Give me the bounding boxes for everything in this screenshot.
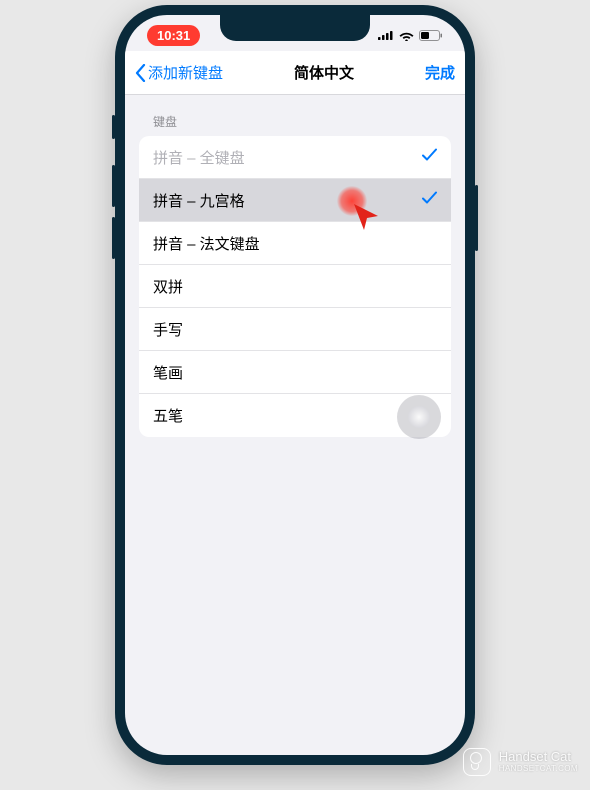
- battery-icon: [419, 30, 443, 41]
- keyboard-label: 拼音 – 法文键盘: [153, 233, 260, 254]
- keyboard-row[interactable]: 双拼: [139, 265, 451, 308]
- keyboard-row[interactable]: 拼音 – 法文键盘: [139, 222, 451, 265]
- wifi-icon: [399, 30, 414, 41]
- cursor-icon: [352, 202, 382, 236]
- keyboard-row[interactable]: 手写: [139, 308, 451, 351]
- content: 键盘 拼音 – 全键盘拼音 – 九宫格拼音 – 法文键盘双拼手写笔画五笔: [125, 95, 465, 437]
- back-button[interactable]: 添加新键盘: [135, 62, 223, 83]
- keyboard-row[interactable]: 拼音 – 九宫格: [139, 179, 451, 222]
- keyboard-label: 手写: [153, 319, 183, 340]
- watermark-icon: [463, 748, 491, 776]
- checkmark-icon: [422, 148, 437, 166]
- phone-frame: 10:31 添加新键盘 简体中文 完成 键盘: [115, 5, 475, 765]
- volume-up-button[interactable]: [112, 165, 115, 207]
- assistive-touch[interactable]: [397, 395, 441, 439]
- keyboard-label: 五笔: [153, 405, 183, 426]
- notch: [220, 15, 370, 41]
- section-header: 键盘: [125, 113, 465, 136]
- chevron-left-icon: [135, 64, 146, 82]
- screen: 10:31 添加新键盘 简体中文 完成 键盘: [125, 15, 465, 755]
- keyboard-label: 拼音 – 全键盘: [153, 147, 245, 168]
- nav-title: 简体中文: [294, 62, 354, 83]
- keyboard-label: 双拼: [153, 276, 183, 297]
- signal-icon: [378, 30, 394, 40]
- power-button[interactable]: [475, 185, 478, 251]
- volume-down-button[interactable]: [112, 217, 115, 259]
- watermark: Handset Cat HANDSETCAT.COM: [463, 748, 578, 776]
- watermark-url: HANDSETCAT.COM: [499, 765, 578, 774]
- keyboard-label: 笔画: [153, 362, 183, 383]
- nav-bar: 添加新键盘 简体中文 完成: [125, 51, 465, 95]
- done-button[interactable]: 完成: [425, 62, 455, 83]
- keyboard-label: 拼音 – 九宫格: [153, 190, 245, 211]
- status-time-recording[interactable]: 10:31: [147, 25, 200, 46]
- watermark-name: Handset Cat: [499, 750, 578, 764]
- back-label: 添加新键盘: [148, 62, 223, 83]
- mute-switch[interactable]: [112, 115, 115, 139]
- checkmark-icon: [422, 191, 437, 209]
- keyboard-list: 拼音 – 全键盘拼音 – 九宫格拼音 – 法文键盘双拼手写笔画五笔: [139, 136, 451, 437]
- keyboard-row[interactable]: 笔画: [139, 351, 451, 394]
- keyboard-row[interactable]: 拼音 – 全键盘: [139, 136, 451, 179]
